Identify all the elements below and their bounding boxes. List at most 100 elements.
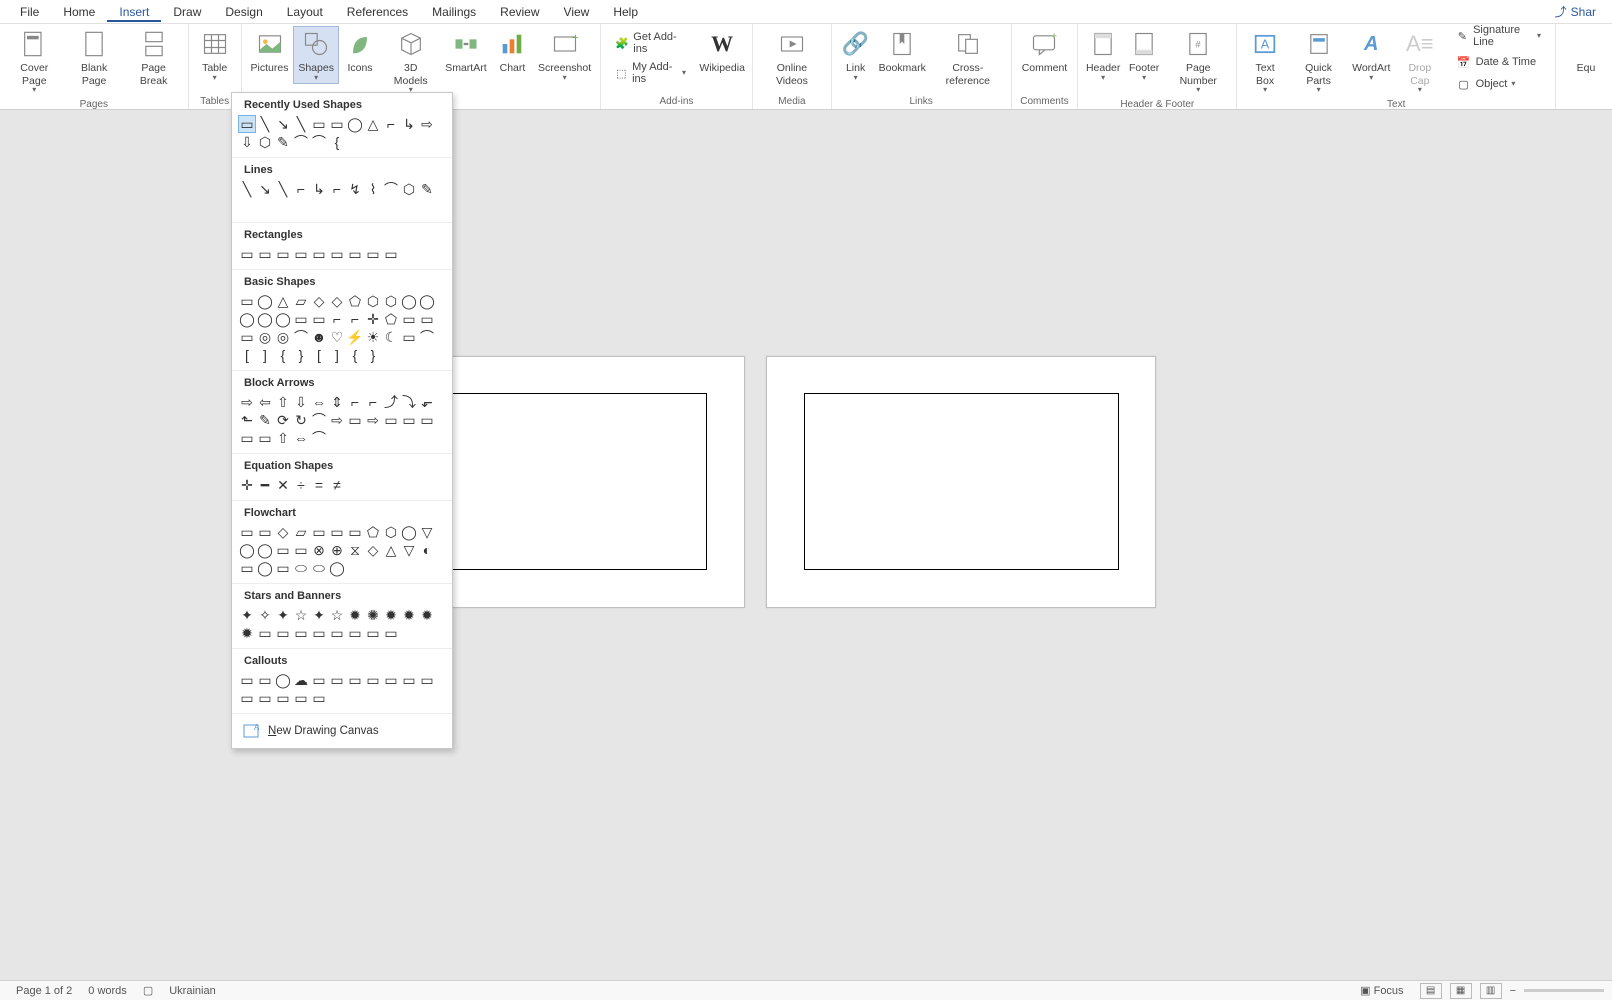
rectangle-shape-2[interactable] — [804, 393, 1119, 570]
page-number-button[interactable]: # Page Number ▾ — [1164, 26, 1232, 97]
shape-item[interactable]: ▭ — [328, 624, 346, 642]
shape-item[interactable]: ╲ — [256, 115, 274, 133]
shape-item[interactable]: ▭ — [274, 624, 292, 642]
shape-item[interactable]: ▭ — [310, 671, 328, 689]
shape-item[interactable]: ⬡ — [400, 180, 418, 198]
shape-item[interactable]: ✺ — [364, 606, 382, 624]
shape-item[interactable]: ◯ — [256, 310, 274, 328]
shape-item[interactable]: ÷ — [292, 476, 310, 494]
shape-item[interactable]: ▽ — [400, 541, 418, 559]
shape-item[interactable] — [382, 346, 400, 364]
shape-item[interactable]: ▭ — [256, 689, 274, 707]
shape-item[interactable]: ⌐ — [292, 180, 310, 198]
shape-item[interactable]: ✛ — [364, 310, 382, 328]
wikipedia-button[interactable]: W Wikipedia — [696, 26, 748, 77]
shape-item[interactable]: ▭ — [310, 523, 328, 541]
shape-item[interactable]: ◇ — [328, 292, 346, 310]
shape-item[interactable]: { — [328, 133, 346, 151]
shape-item[interactable]: ✧ — [256, 606, 274, 624]
shape-item[interactable]: } — [364, 346, 382, 364]
text-box-button[interactable]: A Text Box ▾ — [1241, 26, 1288, 97]
shape-item[interactable]: ◯ — [328, 559, 346, 577]
shape-item[interactable]: ◯ — [238, 310, 256, 328]
shape-item[interactable]: ✹ — [346, 606, 364, 624]
shape-item[interactable]: ⧖ — [346, 541, 364, 559]
shape-item[interactable]: ⌒ — [310, 133, 328, 151]
shape-item[interactable]: ⇨ — [328, 411, 346, 429]
shape-item[interactable]: } — [292, 346, 310, 364]
cover-page-button[interactable]: Cover Page ▾ — [4, 26, 65, 97]
tab-references[interactable]: References — [335, 2, 420, 22]
shape-item[interactable]: ▭ — [310, 115, 328, 133]
shape-item[interactable]: ⬭ — [310, 559, 328, 577]
object-button[interactable]: ▢ Object ▾ — [1450, 74, 1547, 94]
shape-item[interactable]: ⌐ — [328, 180, 346, 198]
shape-item[interactable]: ╲ — [238, 180, 256, 198]
shape-item[interactable]: ⌇ — [364, 180, 382, 198]
shape-item[interactable]: ☁ — [292, 671, 310, 689]
shape-item[interactable]: = — [310, 476, 328, 494]
pictures-button[interactable]: Pictures — [246, 26, 294, 77]
shape-item[interactable]: ✹ — [238, 624, 256, 642]
shape-item[interactable]: ✦ — [274, 606, 292, 624]
shape-item[interactable]: ▱ — [292, 292, 310, 310]
page-status[interactable]: Page 1 of 2 — [8, 985, 80, 997]
shape-item[interactable]: ⬡ — [382, 292, 400, 310]
my-addins-button[interactable]: ⬚ My Add-ins ▾ — [609, 59, 692, 87]
shape-item[interactable]: ⇩ — [238, 133, 256, 151]
shape-item[interactable]: ▭ — [292, 689, 310, 707]
shape-item[interactable]: ╲ — [274, 180, 292, 198]
shape-item[interactable]: ◯ — [400, 523, 418, 541]
shape-item[interactable]: ⇧ — [274, 429, 292, 447]
shape-item[interactable]: ━ — [256, 476, 274, 494]
shape-item[interactable]: ▭ — [346, 245, 364, 263]
tab-file[interactable]: File — [8, 2, 51, 22]
shape-item[interactable]: ▭ — [364, 624, 382, 642]
shape-item[interactable]: ▭ — [364, 245, 382, 263]
shape-item[interactable]: ◇ — [274, 523, 292, 541]
shape-item[interactable]: ▭ — [256, 429, 274, 447]
shape-item[interactable]: ⬠ — [364, 523, 382, 541]
shape-item[interactable]: ▭ — [292, 624, 310, 642]
shape-item[interactable]: ⌒ — [382, 180, 400, 198]
shape-item[interactable]: ▭ — [238, 689, 256, 707]
shape-item[interactable]: ▭ — [256, 245, 274, 263]
shape-item[interactable]: { — [346, 346, 364, 364]
comment-button[interactable]: + Comment — [1016, 26, 1074, 77]
shape-item[interactable]: ↯ — [346, 180, 364, 198]
shape-item[interactable]: ⤵ — [400, 393, 418, 411]
shape-item[interactable]: ▭ — [418, 310, 436, 328]
shape-item[interactable]: ▭ — [382, 411, 400, 429]
shape-item[interactable]: ▭ — [310, 310, 328, 328]
shape-item[interactable]: ◇ — [364, 541, 382, 559]
shape-item[interactable]: ⌒ — [292, 328, 310, 346]
shape-item[interactable]: ▭ — [256, 624, 274, 642]
shape-item[interactable]: ⟳ — [274, 411, 292, 429]
icons-button[interactable]: Icons — [339, 26, 381, 77]
shape-item[interactable]: ↳ — [400, 115, 418, 133]
screenshot-button[interactable]: + Screenshot ▾ — [534, 26, 596, 84]
shape-item[interactable]: ⬡ — [364, 292, 382, 310]
shape-item[interactable]: ⇔ — [310, 393, 328, 411]
online-videos-button[interactable]: Online Videos — [757, 26, 826, 89]
shape-item[interactable]: ☆ — [328, 606, 346, 624]
zoom-slider[interactable] — [1524, 989, 1604, 992]
shape-item[interactable]: ▭ — [346, 411, 364, 429]
shape-item[interactable]: ▭ — [400, 411, 418, 429]
header-button[interactable]: Header ▾ — [1082, 26, 1124, 84]
shape-item[interactable]: ☀ — [364, 328, 382, 346]
date-time-button[interactable]: 📅 Date & Time — [1450, 52, 1547, 72]
shape-item[interactable]: △ — [274, 292, 292, 310]
read-mode-button[interactable]: ▤ — [1420, 983, 1442, 999]
shape-item[interactable]: ▭ — [400, 310, 418, 328]
shape-item[interactable]: [ — [238, 346, 256, 364]
shape-item[interactable]: ⤴ — [382, 393, 400, 411]
shape-item[interactable]: ▭ — [418, 671, 436, 689]
shape-item[interactable]: ▭ — [256, 671, 274, 689]
shape-item[interactable]: ⇦ — [256, 393, 274, 411]
equation-button[interactable]: Equ — [1560, 26, 1608, 77]
shape-item[interactable]: ✎ — [418, 180, 436, 198]
drop-cap-button[interactable]: A≡ Drop Cap ▾ — [1394, 26, 1445, 97]
shape-item[interactable]: ☻ — [310, 328, 328, 346]
shape-item[interactable]: ⌒ — [292, 133, 310, 151]
